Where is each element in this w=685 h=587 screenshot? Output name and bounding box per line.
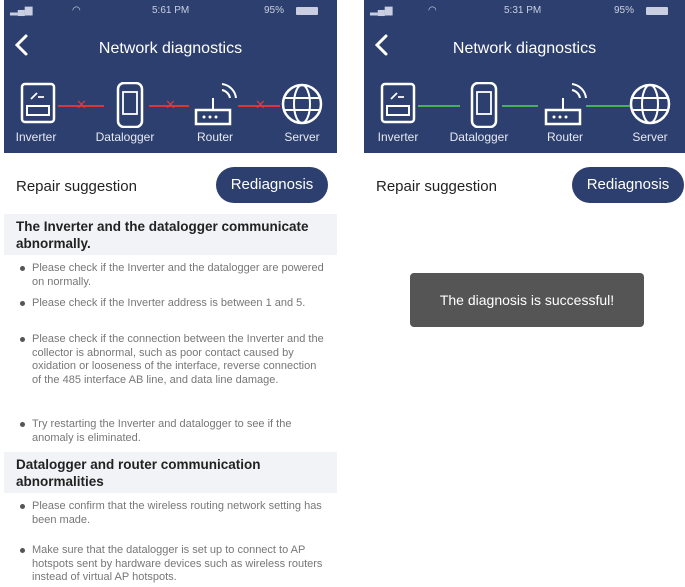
router-icon	[194, 83, 237, 126]
inverter-icon	[20, 82, 56, 124]
device-label-datalogger: Datalogger	[449, 130, 509, 144]
success-toast: The diagnosis is successful!	[410, 273, 644, 327]
page-title: Network diagnostics	[98, 40, 243, 57]
list-item: Make sure that the datalogger is set up …	[18, 544, 328, 585]
device-label-inverter: Inverter	[15, 130, 57, 144]
list-item: Please check if the Inverter and the dat…	[18, 262, 328, 289]
rediagnosis-button[interactable]: Rediagnosis	[572, 167, 684, 203]
server-device	[272, 82, 332, 126]
rediagnosis-button[interactable]: Rediagnosis	[216, 167, 328, 203]
status-bar: ▂▄▆ ◠ 5:31 PM 95%	[364, 3, 685, 19]
device-label-server: Server	[632, 130, 668, 144]
battery-icon	[646, 7, 668, 15]
signal-icon: ▂▄▆	[10, 5, 33, 16]
signal-icon: ▂▄▆	[370, 5, 393, 16]
list-item: Please check if the connection between t…	[18, 333, 328, 387]
router-icon	[544, 83, 587, 126]
right-body: Repair suggestion Rediagnosis The diagno…	[364, 153, 685, 587]
device-label-router: Router	[196, 130, 234, 144]
list-item: Try restarting the Inverter and datalogg…	[18, 418, 328, 445]
inverter-device	[368, 82, 428, 126]
device-label-server: Server	[284, 130, 320, 144]
wifi-icon: ◠	[428, 5, 437, 16]
device-label-inverter: Inverter	[377, 130, 419, 144]
list-item: Please check if the Inverter address is …	[18, 297, 328, 311]
repair-suggestion-row: Repair suggestion Rediagnosis	[4, 153, 337, 207]
status-bar: ▂▄▆ ◠ 5:61 PM 95%	[4, 3, 337, 19]
datalogger-icon	[470, 82, 498, 128]
server-device	[620, 82, 680, 126]
x-icon: ✕	[255, 97, 266, 112]
app-header: ▂▄▆ ◠ 5:61 PM 95% Network diagnostics ✕	[4, 0, 337, 153]
inverter-device	[8, 82, 68, 126]
globe-icon	[629, 83, 671, 125]
x-icon: ✕	[76, 97, 87, 112]
battery-percent: 95%	[264, 5, 285, 16]
wifi-icon: ◠	[72, 5, 81, 16]
repair-suggestion-label: Repair suggestion	[16, 178, 137, 195]
device-label-datalogger: Datalogger	[95, 130, 155, 144]
list-item: Please confirm that the wireless routing…	[18, 500, 328, 527]
device-label-router: Router	[546, 130, 584, 144]
left-screen: ▂▄▆ ◠ 5:61 PM 95% Network diagnostics ✕	[4, 0, 337, 587]
app-header: ▂▄▆ ◠ 5:31 PM 95% Network diagnostics In…	[364, 0, 685, 153]
repair-suggestion-label: Repair suggestion	[376, 178, 497, 195]
status-time: 5:61 PM	[152, 5, 190, 16]
datalogger-icon	[116, 82, 144, 128]
section-heading: Datalogger and router communication abno…	[4, 452, 337, 493]
battery-icon	[296, 7, 318, 15]
inverter-icon	[380, 82, 416, 124]
globe-icon	[281, 83, 323, 125]
page-title: Network diagnostics	[452, 40, 597, 57]
link-datalogger-router	[502, 105, 538, 107]
status-time: 5:31 PM	[504, 5, 542, 16]
x-icon: ✕	[165, 97, 176, 112]
repair-suggestion-row: Repair suggestion Rediagnosis	[364, 153, 685, 207]
battery-percent: 95%	[614, 5, 635, 16]
router-device	[186, 82, 246, 128]
section-heading: The Inverter and the datalogger communic…	[4, 214, 337, 255]
